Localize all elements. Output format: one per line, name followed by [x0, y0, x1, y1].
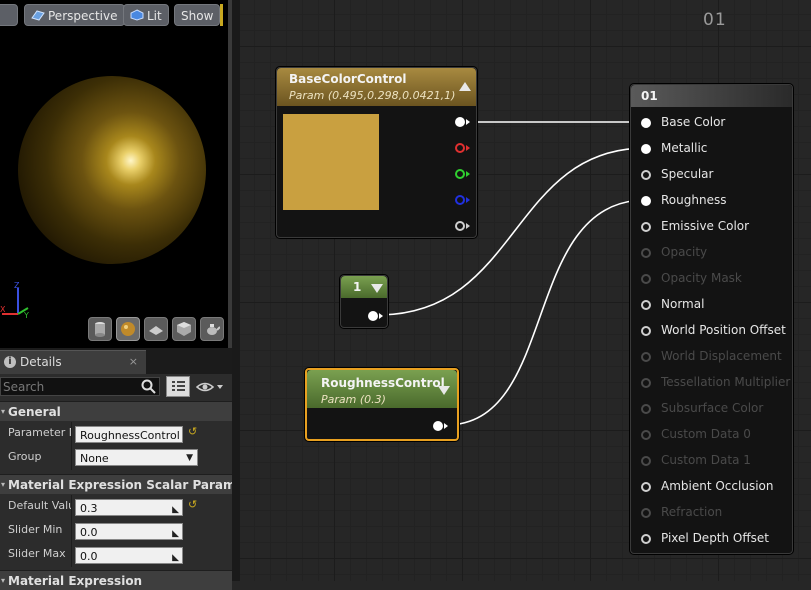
input-pin-label: Refraction [661, 505, 723, 519]
base-color-control-node[interactable]: BaseColorControl Param (0.495,0.298,0.04… [276, 67, 477, 238]
input-pin[interactable] [641, 482, 651, 492]
result-input-row[interactable]: Pixel Depth Offset [639, 529, 799, 549]
pin-arrow-icon [444, 423, 448, 429]
input-pin [641, 248, 651, 258]
result-input-row[interactable]: Normal [639, 295, 799, 315]
result-input-row[interactable]: World Position Offset [639, 321, 799, 341]
input-pin-label: Ambient Occlusion [661, 479, 774, 493]
node-subtitle: Param (0.495,0.298,0.0421,1) [289, 89, 456, 102]
input-pin-label: Base Color [661, 115, 726, 129]
input-pin [641, 456, 651, 466]
input-pin-label: Metallic [661, 141, 708, 155]
node-title: 01 [641, 89, 658, 103]
collapse-down-icon[interactable] [371, 284, 383, 293]
input-pin [641, 352, 651, 362]
pin-arrow-icon [466, 119, 470, 125]
input-pin-label: Custom Data 0 [661, 427, 751, 441]
input-pin[interactable] [641, 534, 651, 544]
input-pin-label: Subsurface Color [661, 401, 764, 415]
input-pin[interactable] [641, 326, 651, 336]
output-pin-a[interactable] [455, 221, 465, 231]
result-input-row[interactable]: Metallic [639, 139, 799, 159]
input-pin [641, 404, 651, 414]
result-input-row[interactable]: Custom Data 1 [639, 451, 799, 471]
input-pin-label: Normal [661, 297, 705, 311]
input-pin[interactable] [641, 300, 651, 310]
result-input-row[interactable]: Subsurface Color [639, 399, 799, 419]
pin-arrow-icon [466, 223, 470, 229]
result-input-row[interactable]: Roughness [639, 191, 799, 211]
input-pin-label: World Position Offset [661, 323, 786, 337]
input-pin [641, 378, 651, 388]
result-input-row[interactable]: Refraction [639, 503, 799, 523]
result-input-row[interactable]: Specular [639, 165, 799, 185]
output-pin-b[interactable] [455, 195, 465, 205]
input-pin-label: Custom Data 1 [661, 453, 751, 467]
node-title: 1 [353, 280, 362, 294]
color-swatch [283, 114, 379, 210]
result-input-row[interactable]: Opacity Mask [639, 269, 799, 289]
node-title: BaseColorControl [289, 72, 407, 86]
result-input-row[interactable]: Ambient Occlusion [639, 477, 799, 497]
pin-arrow-icon [466, 171, 470, 177]
collapse-up-icon[interactable] [459, 82, 471, 91]
pin-arrow-icon [466, 197, 470, 203]
output-pin[interactable] [433, 421, 443, 431]
output-pin[interactable] [368, 311, 378, 321]
input-pin-label: Roughness [661, 193, 727, 207]
input-pin-label: Pixel Depth Offset [661, 531, 769, 545]
input-pin-label: Emissive Color [661, 219, 750, 233]
constant-node[interactable]: 1 [340, 275, 388, 328]
input-pin-label: Opacity [661, 245, 708, 259]
pin-arrow-icon [466, 145, 470, 151]
output-pin-r[interactable] [455, 143, 465, 153]
pin-arrow-icon [379, 313, 383, 319]
input-pin-label: Tessellation Multiplier [661, 375, 791, 389]
input-pin [641, 430, 651, 440]
material-result-node[interactable]: 01 Base Color Metallic Specular Roughness Em… [630, 84, 793, 554]
input-pin [641, 274, 651, 284]
roughness-control-node[interactable]: RoughnessControl Param (0.3) [305, 368, 459, 441]
node-subtitle: Param (0.3) [321, 393, 386, 406]
input-pin[interactable] [641, 118, 651, 128]
input-pin[interactable] [641, 196, 651, 206]
result-input-row[interactable]: Custom Data 0 [639, 425, 799, 445]
collapse-down-icon[interactable] [438, 386, 450, 395]
input-pin[interactable] [641, 170, 651, 180]
input-pin-label: World Displacement [661, 349, 782, 363]
input-pin [641, 508, 651, 518]
input-pin[interactable] [641, 222, 651, 232]
result-input-row[interactable]: Opacity [639, 243, 799, 263]
input-pin[interactable] [641, 144, 651, 154]
input-pin-label: Opacity Mask [661, 271, 742, 285]
result-input-row[interactable]: World Displacement [639, 347, 799, 367]
output-pin-g[interactable] [455, 169, 465, 179]
result-input-row[interactable]: Tessellation Multiplier [639, 373, 799, 393]
node-title: RoughnessControl [321, 376, 445, 390]
result-input-row[interactable]: Emissive Color [639, 217, 799, 237]
output-pin-rgb[interactable] [455, 117, 465, 127]
result-input-row[interactable]: Base Color [639, 113, 799, 133]
input-pin-label: Specular [661, 167, 714, 181]
